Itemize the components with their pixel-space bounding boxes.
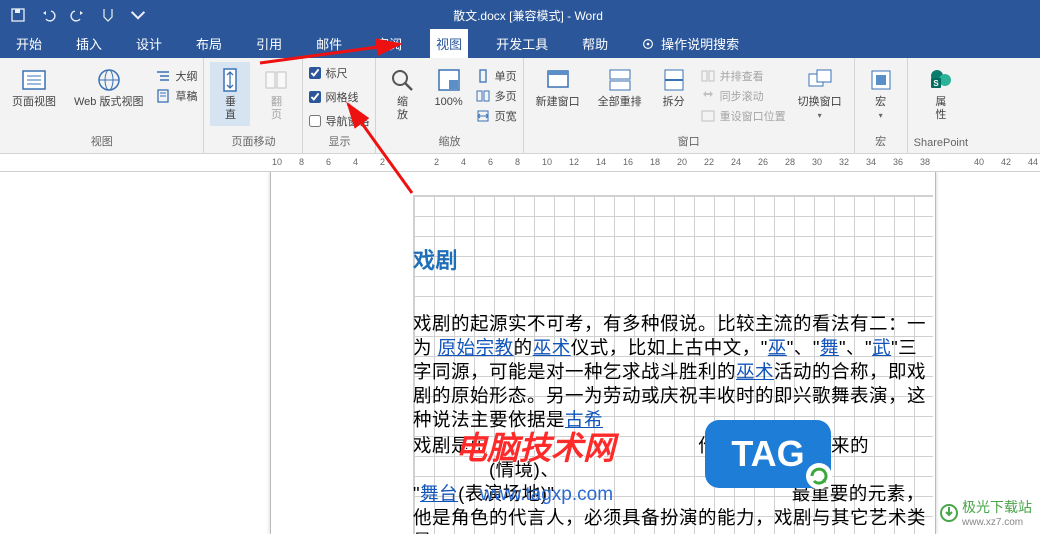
draft-icon <box>155 88 171 104</box>
gridlines-check-input[interactable] <box>309 91 321 103</box>
web-layout-icon <box>95 66 123 94</box>
group-views-label: 视图 <box>91 131 113 153</box>
title-bar: 散文.docx [兼容模式] - Word <box>0 0 1040 30</box>
svg-text:TAG: TAG <box>731 433 804 474</box>
svg-text:S: S <box>933 79 939 88</box>
group-sharepoint: S 属 性 SharePoint <box>908 58 974 153</box>
link-wu2[interactable]: 舞 <box>820 337 839 358</box>
vertical-label: 垂 直 <box>225 96 236 122</box>
tag-badge: TAG <box>705 420 835 497</box>
new-window-button[interactable]: 新建窗口 <box>530 62 586 113</box>
chevron-down-icon: ▾ <box>818 111 822 120</box>
group-pagemove-label: 页面移动 <box>231 131 275 153</box>
new-window-label: 新建窗口 <box>536 96 580 109</box>
read-view-button[interactable]: 页面视图 <box>6 62 62 113</box>
sharepoint-icon: S <box>927 66 955 94</box>
group-macro-label: 宏 <box>875 131 886 153</box>
touch-mode-icon[interactable] <box>100 7 116 23</box>
macro-icon <box>867 66 895 94</box>
group-zoom-label: 缩放 <box>439 131 461 153</box>
navpane-check-input[interactable] <box>309 115 321 127</box>
draft-button[interactable]: 草稿 <box>155 88 197 104</box>
multi-page-icon <box>475 88 491 104</box>
single-page-icon <box>475 68 491 84</box>
single-page-button[interactable]: 单页 <box>475 68 517 84</box>
flip-label: 翻 页 <box>271 96 282 122</box>
web-layout-label: Web 版式视图 <box>74 96 143 109</box>
doc-heading: 戏剧 <box>413 247 933 276</box>
tell-me[interactable]: 操作说明搜索 <box>636 29 744 58</box>
tab-help[interactable]: 帮助 <box>576 29 614 58</box>
tell-me-label: 操作说明搜索 <box>661 34 739 53</box>
hundred-button[interactable]: 100% <box>428 62 468 113</box>
split-icon <box>660 66 688 94</box>
macro-button[interactable]: 宏 ▾ <box>861 62 901 124</box>
link-wu1[interactable]: 巫 <box>768 337 787 358</box>
chevron-down-icon: ▾ <box>879 111 883 120</box>
switch-window-button[interactable]: 切换窗口 ▾ <box>792 62 848 124</box>
vertical-button[interactable]: 垂 直 <box>210 62 250 126</box>
read-view-icon <box>20 66 48 94</box>
arrange-all-label: 全部重排 <box>598 96 642 109</box>
split-button[interactable]: 拆分 <box>654 62 694 113</box>
link-wu3[interactable]: 武 <box>872 337 891 358</box>
multi-page-button[interactable]: 多页 <box>475 88 517 104</box>
link-wushu[interactable]: 巫术 <box>533 337 571 358</box>
split-label: 拆分 <box>663 96 685 109</box>
arrange-all-button[interactable]: 全部重排 <box>592 62 648 113</box>
window-title: 散文.docx [兼容模式] - Word <box>156 7 900 24</box>
sync-scroll-icon <box>700 88 716 104</box>
link-religion[interactable]: 原始宗教 <box>438 337 514 358</box>
arrange-all-icon <box>606 66 634 94</box>
qat-dropdown-icon[interactable] <box>130 7 146 23</box>
tab-home[interactable]: 开始 <box>10 29 48 58</box>
save-icon[interactable] <box>10 7 26 23</box>
tab-view[interactable]: 视图 <box>430 29 468 58</box>
tab-insert[interactable]: 插入 <box>70 29 108 58</box>
properties-label: 属 性 <box>935 96 946 122</box>
link-wushu2[interactable]: 巫术 <box>736 361 774 382</box>
outline-icon <box>155 68 171 84</box>
arrow-1 <box>260 38 420 73</box>
macro-label: 宏 <box>875 96 886 109</box>
group-sharepoint-label: SharePoint <box>914 135 968 153</box>
document-area[interactable]: 戏剧 戏剧的起源实不可考，有多种假说。比较主流的看法有二：一为 原始宗教的巫术仪… <box>0 172 1040 534</box>
link-stage[interactable]: 舞台 <box>420 483 458 504</box>
ribbon: 页面视图 Web 版式视图 大纲 草稿 视图 垂 直 翻 页 页面移动 <box>0 58 1040 154</box>
hundred-label: 100% <box>434 96 462 109</box>
tab-design[interactable]: 设计 <box>130 29 168 58</box>
redo-icon[interactable] <box>70 7 86 23</box>
tab-developer[interactable]: 开发工具 <box>490 29 554 58</box>
hundred-icon <box>435 66 463 94</box>
overlay-url: www.tagxp.com <box>480 484 613 506</box>
outline-button[interactable]: 大纲 <box>155 68 197 84</box>
read-view-label: 页面视图 <box>12 96 56 109</box>
horizontal-ruler[interactable]: 1086422468101214161820222426283032343638… <box>0 154 1040 172</box>
reset-window-button: 重设窗口位置 <box>700 108 786 124</box>
group-window: 新建窗口 全部重排 拆分 并排查看 同步滚动 重设窗口位置 切换窗口 ▾ 窗口 <box>524 58 855 153</box>
undo-icon[interactable] <box>40 7 56 23</box>
reset-window-icon <box>700 108 716 124</box>
side-by-side-button: 并排查看 <box>700 68 786 84</box>
vertical-icon <box>216 66 244 94</box>
page-width-button[interactable]: 页宽 <box>475 108 517 124</box>
group-views: 页面视图 Web 版式视图 大纲 草稿 视图 <box>0 58 204 153</box>
page-width-icon <box>475 108 491 124</box>
switch-window-label: 切换窗口 <box>798 96 842 109</box>
side-by-side-icon <box>700 68 716 84</box>
arrow-2 <box>342 98 422 203</box>
group-macro: 宏 ▾ 宏 <box>855 58 908 153</box>
group-window-label: 窗口 <box>678 131 700 153</box>
ribbon-tabs: 开始 插入 设计 布局 引用 邮件 审阅 视图 开发工具 帮助 操作说明搜索 <box>0 30 1040 58</box>
sync-scroll-button: 同步滚动 <box>700 88 786 104</box>
tab-layout[interactable]: 布局 <box>190 29 228 58</box>
doc-paragraph: 戏剧的起源实不可考，有多种假说。比较主流的看法有二：一为 原始宗教的巫术仪式，比… <box>413 312 933 432</box>
properties-button[interactable]: S 属 性 <box>921 62 961 126</box>
watermark: 极光下载站 www.xz7.com <box>940 497 1032 528</box>
web-layout-button[interactable]: Web 版式视图 <box>68 62 149 113</box>
new-window-icon <box>544 66 572 94</box>
switch-window-icon <box>806 66 834 94</box>
overlay-red-text: 电脑技术网 <box>455 423 615 469</box>
